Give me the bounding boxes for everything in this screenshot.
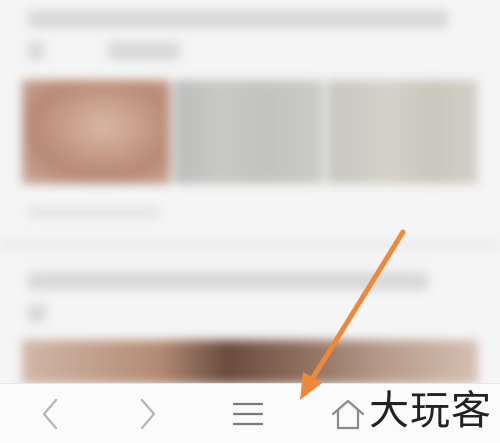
article-thumbnail	[328, 80, 478, 184]
chevron-left-icon	[42, 398, 58, 430]
browser-screen: 大玩客	[0, 0, 500, 443]
article-title-line	[28, 42, 44, 60]
article-thumbnail	[174, 80, 324, 184]
article-title-line	[28, 304, 46, 322]
back-button[interactable]	[20, 384, 80, 443]
article-title-line	[28, 10, 448, 28]
home-icon	[331, 399, 365, 430]
chevron-right-icon	[140, 398, 156, 430]
article-title-line	[108, 42, 180, 60]
hamburger-menu-icon	[232, 402, 264, 426]
article-title-line	[28, 272, 428, 290]
article-thumbnail	[22, 80, 170, 184]
feed-content	[0, 0, 500, 384]
menu-button[interactable]	[218, 384, 278, 443]
article-thumbnail	[22, 340, 478, 384]
watermark-text: 大玩客	[369, 388, 492, 434]
article-meta-line	[28, 208, 160, 218]
feed-divider	[0, 240, 500, 250]
forward-button[interactable]	[118, 384, 178, 443]
